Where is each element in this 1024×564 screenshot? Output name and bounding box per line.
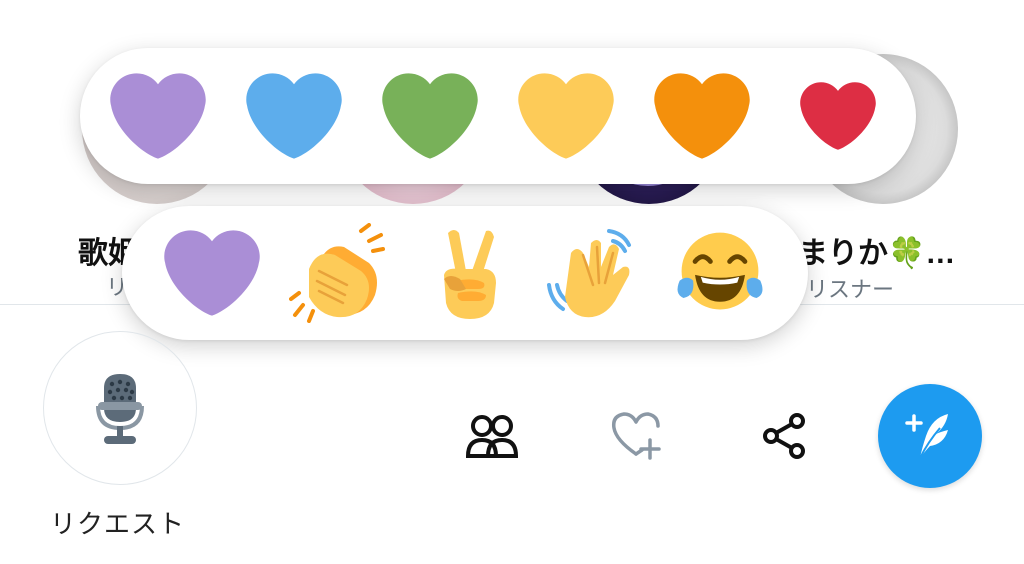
emoji-reactions-tray bbox=[122, 206, 808, 340]
compose-button[interactable] bbox=[878, 384, 982, 488]
speaker-role: リスナー bbox=[806, 277, 895, 302]
participants-button[interactable] bbox=[460, 404, 524, 468]
reaction-yellow-heart[interactable] bbox=[506, 61, 626, 171]
reaction-green-heart[interactable] bbox=[370, 61, 490, 171]
red-heart-icon bbox=[800, 82, 876, 150]
waving-hand-icon bbox=[547, 229, 631, 318]
victory-hand-icon bbox=[444, 230, 496, 319]
share-button[interactable] bbox=[752, 404, 816, 468]
compose-feather-icon bbox=[905, 414, 948, 459]
purple-heart-icon bbox=[164, 230, 260, 316]
request-mic-button[interactable] bbox=[43, 331, 197, 485]
orange-heart-icon bbox=[654, 73, 750, 159]
reaction-red-heart[interactable] bbox=[778, 61, 898, 171]
reaction-purple-heart[interactable] bbox=[160, 218, 264, 328]
reaction-orange-heart[interactable] bbox=[642, 61, 762, 171]
people-icon bbox=[465, 415, 519, 458]
reaction-tears-of-joy[interactable] bbox=[668, 218, 772, 328]
heart-plus-icon bbox=[611, 412, 661, 460]
microphone-icon bbox=[96, 374, 144, 444]
purple-heart-icon bbox=[110, 73, 206, 159]
add-reaction-button[interactable] bbox=[604, 404, 668, 468]
reaction-victory-hand[interactable] bbox=[414, 218, 518, 328]
reaction-purple-heart[interactable] bbox=[98, 61, 218, 171]
reaction-waving-hand[interactable] bbox=[541, 218, 645, 328]
tears-of-joy-icon bbox=[677, 232, 763, 310]
clapping-hands-icon bbox=[289, 223, 385, 323]
request-label[interactable]: リクエスト bbox=[50, 504, 185, 541]
space-room-screen: 歌姫 リ まりか🍀… リスナー リクエスト bbox=[0, 0, 1024, 564]
green-heart-icon bbox=[382, 73, 478, 159]
yellow-heart-icon bbox=[518, 73, 614, 159]
reaction-clapping-hands[interactable] bbox=[287, 218, 391, 328]
speaker-name: まりか🍀… bbox=[798, 237, 956, 270]
reaction-blue-heart[interactable] bbox=[234, 61, 354, 171]
share-icon bbox=[763, 413, 805, 459]
blue-heart-icon bbox=[246, 73, 342, 159]
heart-reactions-tray bbox=[80, 48, 916, 184]
